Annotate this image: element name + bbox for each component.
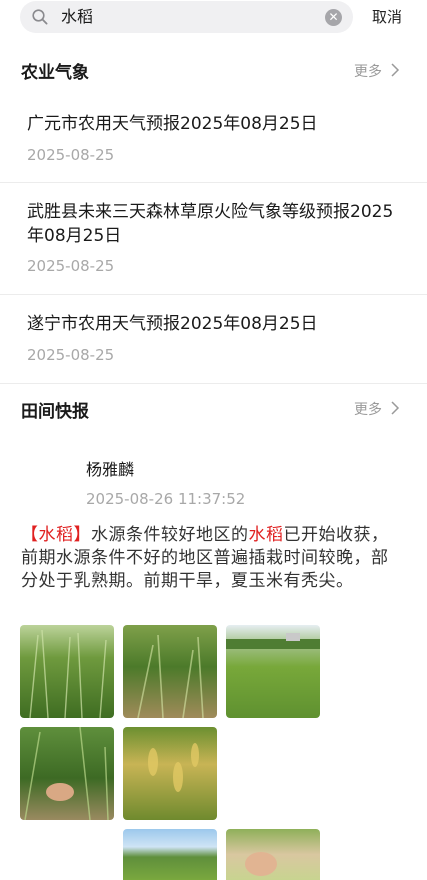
photo-thumbnail[interactable] xyxy=(226,829,320,880)
post-keyword: 水稻 xyxy=(248,525,284,545)
clear-icon[interactable]: ✕ xyxy=(325,9,342,26)
photo-thumbnail[interactable] xyxy=(123,727,217,820)
post-author: 杨雅麟 xyxy=(86,460,135,479)
search-bar: 水稻 ✕ 取消 xyxy=(0,0,427,33)
search-input[interactable]: 水稻 xyxy=(61,6,93,28)
chevron-right-icon xyxy=(391,401,400,415)
photo-thumbnail[interactable] xyxy=(123,625,217,718)
section-title-agri-weather: 农业气象 xyxy=(21,63,89,83)
photo-thumbnail[interactable] xyxy=(20,625,114,718)
post-bracket: 【 xyxy=(21,525,39,545)
photo-thumbnail[interactable] xyxy=(123,829,217,880)
chevron-right-icon xyxy=(391,63,400,77)
section-title-field-report: 田间快报 xyxy=(21,402,89,422)
divider xyxy=(0,294,427,295)
post-bracket: 】 xyxy=(73,525,91,545)
more-link-field-report[interactable]: 更多 xyxy=(354,399,400,419)
news-date: 2025-08-25 xyxy=(27,346,115,364)
search-box[interactable]: 水稻 ✕ xyxy=(20,1,353,33)
photo-thumbnail[interactable] xyxy=(20,727,114,820)
news-title: 广元市农用天气预报2025年08月25日 xyxy=(27,114,318,134)
more-label: 更多 xyxy=(354,64,382,80)
divider xyxy=(0,383,427,384)
photo-thumbnail[interactable] xyxy=(226,625,320,718)
news-date: 2025-08-25 xyxy=(27,146,115,164)
more-label: 更多 xyxy=(354,402,382,418)
news-title: 遂宁市农用天气预报2025年08月25日 xyxy=(27,314,318,334)
post-text-part: 水源条件较好地区的 xyxy=(91,525,249,545)
more-link-agri-weather[interactable]: 更多 xyxy=(354,61,400,81)
news-title: 武胜县未来三天森林草原火险气象等级预报2025年08月25日 xyxy=(27,202,394,246)
post-text: 【水稻】水源条件较好地区的水稻已开始收获，前期水源条件不好的地区普遍插栽时间较晚… xyxy=(21,524,401,593)
divider xyxy=(0,182,427,183)
post-time: 2025-08-26 11:37:52 xyxy=(86,490,246,508)
post-keyword: 水稻 xyxy=(38,525,74,545)
cancel-button[interactable]: 取消 xyxy=(372,6,402,27)
news-date: 2025-08-25 xyxy=(27,257,115,275)
search-icon xyxy=(32,9,48,25)
